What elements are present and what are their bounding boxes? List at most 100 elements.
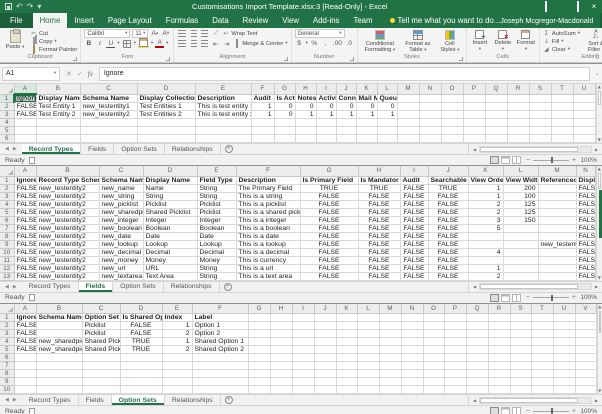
grid-cell[interactable]: Option Set Nam [82,314,120,322]
zoom-slider[interactable] [533,160,569,161]
grid-cell[interactable]: This is a picklist [236,200,300,208]
grid-cell[interactable]: new_boolean [99,224,143,232]
grid-cell[interactable] [538,208,576,216]
column-header[interactable]: S [529,84,551,94]
grid-cell[interactable] [441,135,463,143]
grid-cell[interactable] [36,370,82,378]
grid-cell[interactable] [468,232,503,240]
grid-cell[interactable] [82,370,120,378]
grid-cell[interactable]: Option 2 [192,330,248,338]
grid-cell[interactable]: String [197,272,236,280]
column-header[interactable]: A [14,166,36,176]
grid-cell[interactable] [575,314,596,322]
grid-cell[interactable] [529,135,551,143]
cell-styles-button[interactable]: Cell Styles ▾ [437,29,463,54]
grid-cell[interactable] [488,354,510,362]
grid-cell[interactable]: new_sharedpickli [36,338,82,346]
grid-cell[interactable] [379,354,401,362]
grid-cell[interactable] [162,370,192,378]
column-header[interactable]: F [251,84,274,94]
grid-cell[interactable]: Audit [251,94,274,103]
alignment-dialog-launcher[interactable] [284,57,288,61]
grid-cell[interactable]: TRUE [358,184,400,192]
grid-cell[interactable]: Picklist [143,200,197,208]
grid-cell[interactable] [36,386,82,394]
grid-cell[interactable]: new_url [99,264,143,272]
grid-cell[interactable] [503,232,538,240]
grid-cell[interactable] [573,103,595,111]
grid-cell[interactable] [529,119,551,127]
grid-cell[interactable]: FALSE [576,224,595,232]
scroll-right-icon[interactable]: ▶ [592,147,601,152]
grid-cell[interactable]: new_date [99,232,143,240]
grid-cell[interactable]: FALSE [300,264,358,272]
grid-cell[interactable] [488,362,510,370]
grid-cell[interactable] [444,378,466,386]
grid-cell[interactable] [507,111,529,119]
grid-cell[interactable] [531,370,553,378]
grid-cell[interactable] [270,314,292,322]
grid-cell[interactable]: Boolean [143,224,197,232]
grid-cell[interactable] [503,224,538,232]
grid-cell[interactable]: View Order [468,176,503,184]
zoom-slider-thumb[interactable] [551,408,554,414]
column-header[interactable]: E [162,304,192,314]
column-header[interactable]: L [503,166,538,176]
percent-format-button[interactable]: % [310,39,319,48]
row-number[interactable]: 4 [0,119,14,127]
enter-icon[interactable]: ✓ [77,70,83,78]
grid-cell[interactable]: URL [143,264,197,272]
grid-cell[interactable] [463,119,485,127]
column-header[interactable]: Q [485,84,507,94]
grid-cell[interactable] [379,338,401,346]
scroll-down-icon[interactable]: ▼ [598,388,601,394]
column-header[interactable]: T [551,84,573,94]
grid-cell[interactable] [401,330,423,338]
grid-cell[interactable]: 2 [468,272,503,280]
row-number[interactable]: 5 [0,346,14,354]
grid-cell[interactable]: String [197,192,236,200]
grid-cell[interactable] [316,135,336,143]
decrease-indent-button[interactable]: ⇤ [211,39,220,48]
column-header[interactable]: F [192,304,248,314]
comma-format-button[interactable]: , [321,39,330,48]
grid-cell[interactable]: FALSE [120,322,162,330]
grid-cell[interactable] [14,127,36,135]
grid-cell[interactable]: This is a shared picklist [236,208,300,216]
grid-cell[interactable] [573,127,595,135]
align-bottom-button[interactable] [200,29,209,38]
wrap-text-button[interactable]: ↩Wrap Text [222,30,257,37]
grid-cell[interactable]: Decimal [197,248,236,256]
row-number[interactable]: 3 [0,192,14,200]
grid-cell[interactable]: FALSE [576,248,595,256]
grid-cell[interactable] [336,338,357,346]
grid-cell[interactable] [379,322,401,330]
grid-cell[interactable]: FALSE [358,240,400,248]
grid-cell[interactable] [441,103,463,111]
grid-cell[interactable] [423,322,444,330]
grid-cell[interactable] [82,354,120,362]
grid-cell[interactable] [529,94,551,103]
grid-cell[interactable] [463,135,485,143]
grid-cell[interactable]: new_testentity2 [36,200,99,208]
grid-cell[interactable]: View Width [503,176,538,184]
grid-cell[interactable]: FALSE [14,338,36,346]
grid-cell[interactable] [270,322,292,330]
grid-cell[interactable]: new_string [99,192,143,200]
grid-cell[interactable] [397,94,419,103]
column-header[interactable]: N [576,166,595,176]
grid-cell[interactable]: 1 [251,111,274,119]
grid-cell[interactable] [379,386,401,394]
grid-cell[interactable] [270,330,292,338]
scroll-right-icon[interactable]: ▶ [592,284,601,289]
grid-cell[interactable] [538,232,576,240]
column-header[interactable]: L [377,84,397,94]
formula-bar-expand-icon[interactable]: ⌄ [592,70,602,77]
grid-cell[interactable]: 0 [356,103,377,111]
grid-cell[interactable] [510,370,531,378]
increase-indent-button[interactable]: ⇥ [222,39,231,48]
orientation-button[interactable]: ⟋ [211,29,220,38]
scroll-right-icon[interactable]: ▶ [592,398,601,403]
zoom-in-icon[interactable]: + [572,294,576,301]
sheet-tab-record-types[interactable]: Record Types [22,395,79,405]
